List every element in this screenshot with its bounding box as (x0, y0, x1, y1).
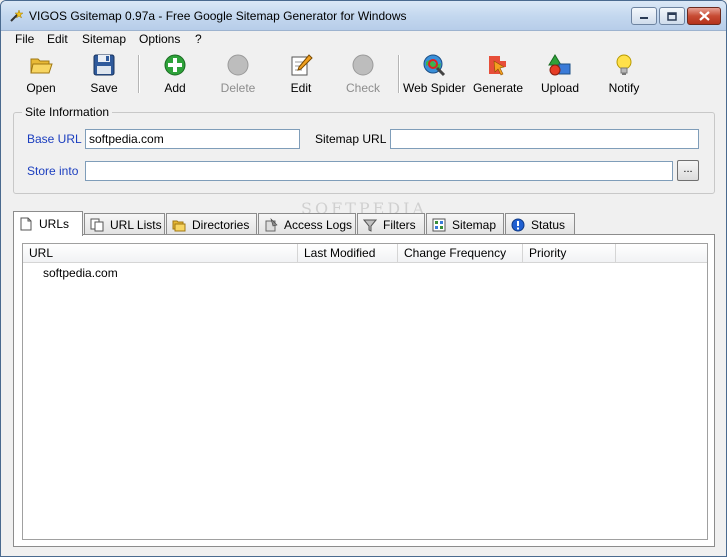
delete-button[interactable]: Delete (215, 53, 261, 97)
sitemap-url-input[interactable] (390, 129, 699, 149)
toolbar: Open Save Add Delete Edit Check Web Spid… (1, 49, 726, 99)
delete-disabled-icon (227, 54, 249, 76)
maximize-button[interactable] (659, 7, 685, 25)
column-header-priority[interactable]: Priority (523, 244, 616, 262)
globe-spider-icon (423, 54, 446, 77)
menu-options[interactable]: Options (139, 32, 180, 46)
list-header: URL Last Modified Change Frequency Prior… (23, 244, 707, 263)
folders-icon (172, 220, 186, 231)
title-bar[interactable]: VIGOS Gsitemap 0.97a - Free Google Sitem… (1, 1, 726, 31)
app-wand-icon (10, 9, 23, 22)
close-button[interactable] (687, 7, 721, 25)
sitemap-url-label: Sitemap URL (315, 132, 387, 146)
generate-button[interactable]: Generate (471, 53, 525, 97)
check-disabled-icon (352, 54, 374, 76)
menu-help[interactable]: ? (195, 32, 202, 46)
column-header-change-frequency[interactable]: Change Frequency (398, 244, 523, 262)
folder-open-icon (30, 58, 53, 74)
sitemap-grid-icon (432, 218, 446, 231)
save-button[interactable]: Save (84, 53, 124, 97)
menu-edit[interactable]: Edit (47, 32, 68, 46)
add-plus-icon (164, 54, 186, 76)
add-button[interactable]: Add (155, 53, 195, 97)
store-into-label: Store into (27, 164, 79, 178)
document-icon (20, 217, 32, 231)
documents-icon (90, 218, 104, 231)
tab-filters[interactable]: Filters (357, 213, 425, 235)
tab-access-logs[interactable]: Access Logs (258, 213, 356, 235)
notify-button[interactable]: Notify (604, 53, 644, 97)
site-information-legend: Site Information (22, 105, 113, 119)
access-logs-icon (265, 217, 278, 231)
menu-bar: File Edit Sitemap Options ? (1, 31, 726, 49)
check-button[interactable]: Check (342, 53, 384, 97)
app-window: VIGOS Gsitemap 0.97a - Free Google Sitem… (0, 0, 727, 557)
generate-arrow-icon (489, 56, 506, 76)
close-icon (698, 11, 710, 21)
web-spider-button[interactable]: Web Spider (403, 53, 465, 97)
tab-urls[interactable]: URLs (13, 211, 83, 236)
browse-button[interactable]: ... (677, 160, 699, 181)
tab-url-lists[interactable]: URL Lists (84, 213, 165, 235)
column-header-url[interactable]: URL (23, 244, 298, 262)
info-status-icon (511, 218, 525, 231)
base-url-label: Base URL (27, 132, 82, 146)
edit-button[interactable]: Edit (281, 53, 321, 97)
menu-sitemap[interactable]: Sitemap (82, 32, 126, 46)
tab-directories[interactable]: Directories (166, 213, 257, 235)
toolbar-separator (398, 55, 400, 93)
column-header-last-modified[interactable]: Last Modified (298, 244, 398, 262)
window-title: VIGOS Gsitemap 0.97a - Free Google Sitem… (29, 9, 407, 23)
tab-status[interactable]: Status (505, 213, 575, 235)
floppy-disk-icon (93, 54, 115, 76)
open-button[interactable]: Open (21, 53, 61, 97)
edit-pencil-icon (291, 54, 313, 76)
funnel-filter-icon (363, 219, 377, 232)
toolbar-separator (138, 55, 140, 93)
table-row[interactable]: softpedia.com (23, 264, 707, 282)
tab-strip: URLs URL Lists Directories Access Logs F… (13, 211, 715, 236)
minimize-button[interactable] (631, 7, 657, 25)
menu-file[interactable]: File (15, 32, 34, 46)
upload-shapes-icon (548, 54, 571, 76)
base-url-input[interactable] (85, 129, 300, 149)
tab-sitemap[interactable]: Sitemap (426, 213, 504, 235)
minimize-icon (640, 17, 648, 19)
lightbulb-icon (616, 54, 632, 75)
urls-tab-panel: URL Last Modified Change Frequency Prior… (13, 234, 715, 547)
url-list-view[interactable]: URL Last Modified Change Frequency Prior… (22, 243, 708, 540)
store-into-input[interactable] (85, 161, 673, 181)
upload-button[interactable]: Upload (538, 53, 582, 97)
site-information-group: Site Information (13, 105, 715, 194)
maximize-icon (667, 11, 677, 21)
row-url-cell: softpedia.com (43, 266, 118, 280)
